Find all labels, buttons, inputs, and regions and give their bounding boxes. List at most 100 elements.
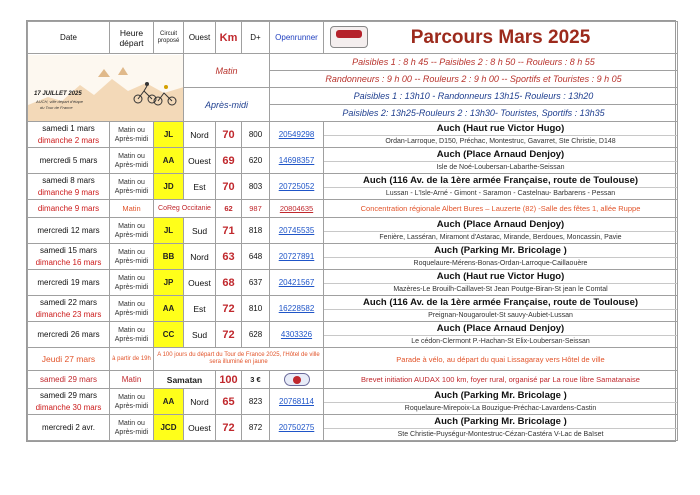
ride-date: samedi 15 mars — [40, 245, 97, 255]
ride-destination-cell: Auch (116 Av. de la 1ère armée Française… — [323, 295, 678, 322]
special-text: Concentration régionale Albert Bures – L… — [323, 199, 678, 218]
ride-leader-code: BB — [153, 243, 184, 270]
ride-date-cell: samedi 15 mars dimanche 16 mars — [27, 243, 110, 270]
ride-dplus: 803 — [241, 173, 270, 200]
ride-date: mercredi 26 mars — [37, 329, 100, 339]
ride-km: 70 — [215, 121, 242, 148]
ride-date: samedi 1 mars — [42, 123, 95, 133]
ride-time: Matin ou Après-midi — [109, 173, 154, 200]
ride-date-cell: mercredi 5 mars — [27, 147, 110, 174]
openrunner-link[interactable]: 20421567 — [269, 269, 324, 296]
banner-date: 17 JUILLET 2025 — [34, 91, 82, 97]
jeudi-note: A 100 jours du départ du Tour de France … — [153, 347, 324, 371]
openrunner-link[interactable]: 20745535 — [269, 217, 324, 244]
rides-group-1: samedi 1 mars dimanche 2 mars Matin ou Apr… — [27, 121, 678, 200]
ride-direction: Sud — [183, 321, 216, 348]
title-cell: Parcours Mars 2025 — [323, 21, 678, 54]
ride-row: mercredi 19 mars Matin ou Après-midi JP Oue… — [27, 269, 678, 296]
ride-direction: Nord — [183, 121, 216, 148]
ride-start-point: Auch (Place Arnaud Denjoy) — [324, 323, 677, 336]
header-heure: Heure départ — [109, 21, 154, 54]
ride-leader-code: JCD — [153, 414, 184, 441]
ride-leader-code: AA — [153, 295, 184, 322]
ride-row: mercredi 5 mars Matin ou Après-midi AA Oues… — [27, 147, 678, 174]
ride-destination-cell: Auch (Haut rue Victor Hugo) Ordan-Larroqu… — [323, 121, 678, 148]
schedule-matin-line-1: Paisibles 1 : 8 h 45 -- Paisibles 2 : 8 … — [269, 53, 678, 71]
jeudi-time: à partir de 19h — [109, 347, 154, 371]
special-link[interactable]: 20804635 — [269, 199, 324, 218]
jeudi-date: Jeudi 27 mars — [27, 347, 110, 371]
ride-km: 63 — [215, 243, 242, 270]
ride-direction: Est — [183, 173, 216, 200]
ride-destination-cell: Auch (Place Arnaud Denjoy) Isle de Noé-Lo… — [323, 147, 678, 174]
ride-date: mercredi 19 mars — [37, 277, 100, 287]
openrunner-link[interactable]: 20727891 — [269, 243, 324, 270]
session-apres-midi: Après-midi — [183, 87, 270, 122]
ride-row: samedi 22 mars dimanche 23 mars Matin ou A… — [27, 295, 678, 322]
ride-date: mercredi 5 mars — [39, 155, 98, 165]
openrunner-link[interactable]: 20750275 — [269, 414, 324, 441]
ride-route: Isle de Noé-Loubersan-Labarthe-Seissan — [436, 164, 565, 171]
ride-route: Roquelaure-Mirepoix-La Bouzigue-Préchac-… — [404, 405, 597, 412]
ride-time: Matin ou Après-midi — [109, 414, 154, 441]
ride-dplus: 800 — [241, 121, 270, 148]
ride-direction: Nord — [183, 388, 216, 415]
ride-time: Matin ou Après-midi — [109, 269, 154, 296]
special-dplus: 987 — [241, 199, 270, 218]
schedule-matin-row-1: 17 JUILLET 2025 AUCH, ville départ d'éta… — [27, 53, 678, 122]
ride-time: Matin ou Après-midi — [109, 321, 154, 348]
ride-start-point: Auch (116 Av. de la 1ère armée Française… — [324, 175, 677, 188]
openrunner-link[interactable]: 16228582 — [269, 295, 324, 322]
ride-leader-code: CC — [153, 321, 184, 348]
header-km: Km — [215, 21, 242, 54]
ride-km: 65 — [215, 388, 242, 415]
ride-time: Matin ou Après-midi — [109, 217, 154, 244]
program-sheet: Date Heure départ Circuit proposé Ouest … — [26, 20, 678, 442]
special-code: CoReg Occitanie — [153, 199, 216, 218]
ride-destination-cell: Auch (Place Arnaud Denjoy) Fenière, Lassé… — [323, 217, 678, 244]
club-logo — [330, 26, 368, 48]
ride-km: 68 — [215, 269, 242, 296]
ride-km: 72 — [215, 414, 242, 441]
session-matin: Matin — [183, 53, 270, 88]
ride-km: 72 — [215, 321, 242, 348]
ride-start-point: Auch (Place Arnaud Denjoy) — [324, 219, 677, 232]
ride-direction: Nord — [183, 243, 216, 270]
ride-start-point: Auch (Place Arnaud Denjoy) — [324, 149, 677, 162]
jeudi-text: Parade à vélo, au départ du quai Lissaga… — [323, 347, 678, 371]
ride-route: Roquelaure-Mérens-Bonas-Ordan-Larroque-C… — [413, 260, 588, 267]
special-km: 62 — [215, 199, 242, 218]
ride-direction: Ouest — [183, 147, 216, 174]
samatan-km: 100 — [215, 370, 242, 389]
ride-destination-cell: Auch (Haut rue Victor Hugo) Mazères-Le Br… — [323, 269, 678, 296]
ride-time: Matin ou Après-midi — [109, 243, 154, 270]
rides-group-3: samedi 29 mars dimanche 30 mars Matin ou A… — [27, 388, 678, 441]
ride-km: 72 — [215, 295, 242, 322]
ride-row: mercredi 2 avr. Matin ou Après-midi JCD Oue… — [27, 414, 678, 441]
ride-destination-cell: Auch (Parking Mr. Bricolage ) Ste Christi… — [323, 414, 678, 441]
ride-leader-code: AA — [153, 388, 184, 415]
banner-line2: AUCH, ville départ d'étape — [35, 99, 84, 104]
openrunner-link[interactable]: 20725052 — [269, 173, 324, 200]
ride-route: Le cédon-Clermont P.-Hachan-St Elix-Loub… — [411, 338, 590, 345]
ride-start-point: Auch (Parking Mr. Bricolage ) — [324, 245, 677, 258]
openrunner-link[interactable]: 20549298 — [269, 121, 324, 148]
openrunner-link[interactable]: 14698357 — [269, 147, 324, 174]
ride-direction: Est — [183, 295, 216, 322]
openrunner-link[interactable]: 4303326 — [269, 321, 324, 348]
rides-group-2: mercredi 12 mars Matin ou Après-midi JL Sud… — [27, 217, 678, 348]
openrunner-link[interactable]: 20768114 — [269, 388, 324, 415]
ride-leader-code: JL — [153, 217, 184, 244]
ride-dplus: 810 — [241, 295, 270, 322]
samatan-date: samedi 29 mars — [27, 370, 110, 389]
ride-route: Ste Christie-Puységur-Montestruc-Cézan-C… — [397, 431, 604, 438]
ride-date-2: dimanche 23 mars — [35, 309, 102, 319]
ride-date-cell: mercredi 19 mars — [27, 269, 110, 296]
ride-leader-code: JP — [153, 269, 184, 296]
ride-row: mercredi 26 mars Matin ou Après-midi CC Sud… — [27, 321, 678, 348]
ride-date: samedi 22 mars — [40, 297, 97, 307]
ride-km: 71 — [215, 217, 242, 244]
ride-dplus: 628 — [241, 321, 270, 348]
ride-time: Matin ou Après-midi — [109, 147, 154, 174]
page-title: Parcours Mars 2025 — [410, 26, 591, 48]
